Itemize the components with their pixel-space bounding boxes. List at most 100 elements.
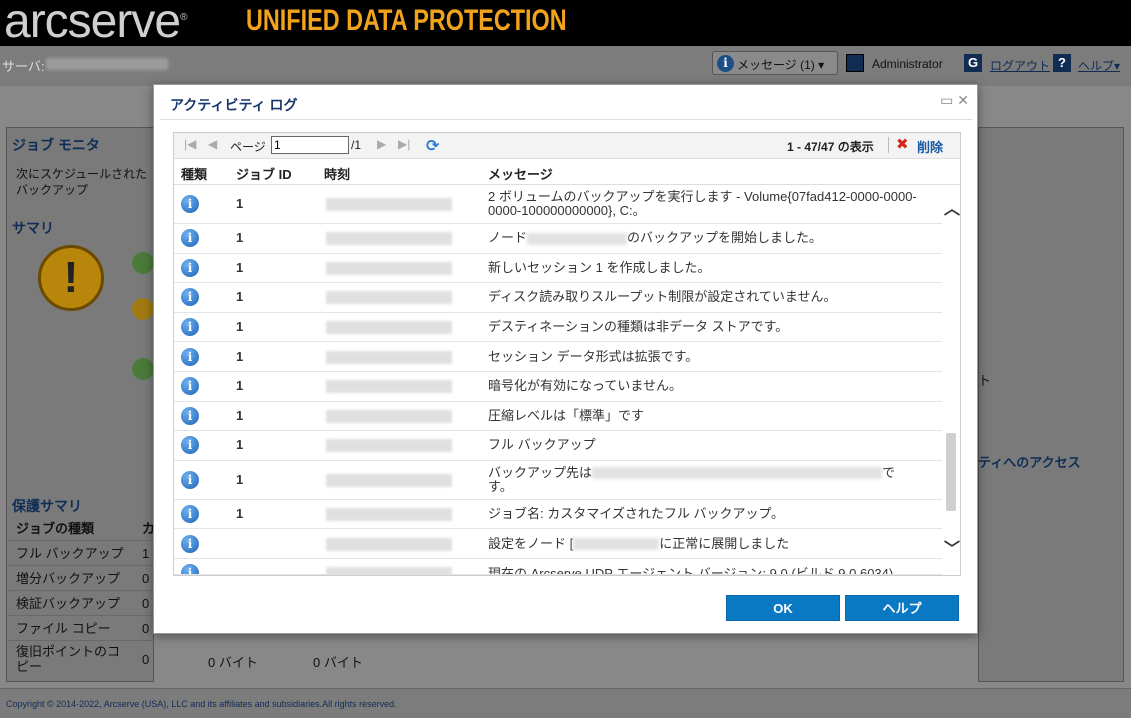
- table-row[interactable]: i 1 セッション データ形式は拡張です。: [174, 342, 942, 372]
- protection-row: フル バックアップ 1: [8, 541, 154, 566]
- message-cell: 新しいセッション 1 を作成しました。: [488, 259, 711, 275]
- message-cell: 圧縮レベルは「標準」です: [488, 407, 645, 423]
- message-cell: セッション データ形式は拡張です。: [488, 348, 699, 364]
- first-page-icon[interactable]: |◀: [184, 137, 196, 151]
- right-access-title: ティへのアクセス: [978, 455, 1081, 470]
- table-row[interactable]: i 設定をノード [に正常に展開しました: [174, 529, 942, 559]
- job-id-cell: 1: [236, 471, 244, 487]
- delete-icon[interactable]: ✖: [896, 135, 909, 153]
- message-cell: 現在の Arcserve UDP エージェント バージョン: 9.0 (ビルド …: [488, 565, 894, 575]
- destination-redacted: [592, 467, 883, 480]
- warning-icon: !: [38, 245, 104, 311]
- next-page-icon[interactable]: ▶: [377, 137, 386, 151]
- column-time[interactable]: 時刻: [324, 164, 350, 183]
- protection-summary-title: 保護サマリ: [12, 498, 82, 514]
- time-cell-redacted: [326, 321, 452, 335]
- table-row[interactable]: i 1 デスティネーションの種類は非データ ストアです。: [174, 313, 942, 343]
- protection-row: ファイル コピー 0: [8, 616, 154, 641]
- message-cell: フル バックアップ: [488, 437, 596, 453]
- message-cell: 2 ボリュームのバックアップを実行します - Volume{07fad412-0…: [488, 189, 917, 218]
- table-row[interactable]: i 1 ジョブ名: カスタマイズされたフル バックアップ。: [174, 500, 942, 530]
- time-cell-redacted: [326, 198, 452, 211]
- delete-button[interactable]: 削除: [917, 137, 943, 156]
- log-rows: i 1 2 ボリュームのバックアップを実行します - Volume{07fad4…: [174, 185, 942, 575]
- product-title: UNIFIED DATA PROTECTION: [246, 4, 567, 37]
- info-icon: i: [181, 505, 199, 524]
- table-row[interactable]: i 現在の Arcserve UDP エージェント バージョン: 9.0 (ビル…: [174, 559, 942, 575]
- protection-row: 検証バックアップ 0: [8, 591, 154, 616]
- job-monitor-title: ジョブ モニタ: [12, 137, 100, 153]
- page-label: ページ: [230, 140, 266, 154]
- time-cell-redacted: [326, 350, 452, 364]
- table-row[interactable]: i 1 ディスク読み取りスループット制限が設定されていません。: [174, 283, 942, 313]
- info-icon: i: [717, 55, 734, 72]
- message-cell: デスティネーションの種類は非データ ストアです。: [488, 319, 789, 335]
- column-type[interactable]: 種類: [181, 164, 207, 183]
- column-job-id[interactable]: ジョブ ID: [236, 164, 292, 183]
- time-cell-redacted: [326, 291, 452, 305]
- footer: Copyright © 2014-2022, Arcserve (USA), L…: [0, 688, 1131, 718]
- table-row[interactable]: i 1 ノード のバックアップを開始しました。: [174, 224, 942, 254]
- vertical-scrollbar[interactable]: ︿ ﹀: [942, 185, 960, 575]
- check-icon: [132, 358, 154, 380]
- scroll-thumb[interactable]: [946, 433, 956, 511]
- recovery-point-copy-row: 復旧ポイントのコピー 0 0 バイト 0 バイト: [8, 640, 798, 680]
- table-row[interactable]: i 1 圧縮レベルは「標準」です: [174, 402, 942, 432]
- job-id-cell: 1: [236, 437, 244, 453]
- prev-page-icon[interactable]: ◀: [208, 137, 217, 151]
- refresh-icon[interactable]: ⟳: [426, 136, 439, 156]
- info-icon: i: [181, 288, 199, 307]
- table-row[interactable]: i 1 新しいセッション 1 を作成しました。: [174, 254, 942, 284]
- messages-button[interactable]: i メッセージ (1) ▾: [712, 51, 838, 75]
- scroll-up-icon[interactable]: ︿: [944, 195, 960, 219]
- arcserve-logo: arcserve®: [4, 0, 188, 48]
- table-row[interactable]: i 1 フル バックアップ: [174, 431, 942, 461]
- right-column-text: ト: [978, 373, 992, 388]
- time-cell-redacted: [326, 508, 452, 522]
- job-id-cell: 1: [236, 407, 244, 423]
- page-input[interactable]: [271, 136, 349, 154]
- info-icon: i: [181, 406, 199, 425]
- help-icon[interactable]: ?: [1053, 54, 1071, 72]
- minimize-icon[interactable]: ▭: [940, 92, 953, 108]
- column-message[interactable]: メッセージ: [488, 164, 553, 183]
- info-icon: i: [181, 377, 199, 396]
- info-icon: i: [181, 258, 199, 277]
- server-bar: サーバ:: [0, 46, 1131, 86]
- help-button[interactable]: ヘルプ: [845, 595, 959, 621]
- message-cell: ディスク読み取りスループット制限が設定されていません。: [488, 289, 837, 305]
- message-cell: バックアップ先はです。: [488, 464, 896, 494]
- logout-link[interactable]: ログアウト: [990, 57, 1050, 74]
- time-cell-redacted: [326, 380, 452, 394]
- info-icon: i: [181, 436, 199, 455]
- help-link[interactable]: ヘルプ▾: [1078, 57, 1120, 74]
- info-icon: i: [181, 195, 199, 213]
- ok-button[interactable]: OK: [726, 595, 840, 621]
- protection-summary-table: ジョブの種類 カ フル バックアップ 1 増分バックアップ 0 検証バックアップ…: [8, 516, 155, 641]
- pager-toolbar: |◀ ◀ ページ /1 ▶ ▶| ⟳ 1 - 47/47 の表示 ✖ 削除: [174, 133, 960, 159]
- scroll-down-icon[interactable]: ﹀: [944, 535, 960, 559]
- job-id-cell: 1: [236, 230, 244, 246]
- table-row[interactable]: i 1 バックアップ先はです。: [174, 461, 942, 500]
- close-icon[interactable]: ✕: [957, 92, 969, 108]
- logout-icon[interactable]: G: [964, 54, 982, 72]
- time-cell-redacted: [326, 566, 452, 574]
- message-cell: ジョブ名: カスタマイズされたフル バックアップ。: [488, 506, 785, 522]
- user-icon: [846, 54, 864, 72]
- table-row[interactable]: i 1 2 ボリュームのバックアップを実行します - Volume{07fad4…: [174, 185, 942, 224]
- column-headers: 種類 ジョブ ID 時刻 メッセージ: [174, 159, 960, 185]
- info-icon: i: [181, 534, 199, 553]
- protection-row: ジョブの種類 カ: [8, 516, 155, 541]
- job-id-cell: 1: [236, 319, 244, 335]
- table-row[interactable]: i 1 暗号化が有効になっていません。: [174, 372, 942, 402]
- page-total: /1: [351, 138, 362, 152]
- job-id-cell: 1: [236, 289, 244, 305]
- job-id-cell: 1: [236, 196, 244, 211]
- last-page-icon[interactable]: ▶|: [398, 137, 410, 151]
- top-banner: arcserve® UNIFIED DATA PROTECTION: [0, 0, 1131, 48]
- user-name: Administrator: [872, 57, 943, 71]
- dialog-controls: ▭ ✕: [940, 92, 969, 109]
- job-id-cell: 1: [236, 378, 244, 394]
- info-icon: i: [181, 347, 199, 366]
- time-cell-redacted: [326, 537, 452, 551]
